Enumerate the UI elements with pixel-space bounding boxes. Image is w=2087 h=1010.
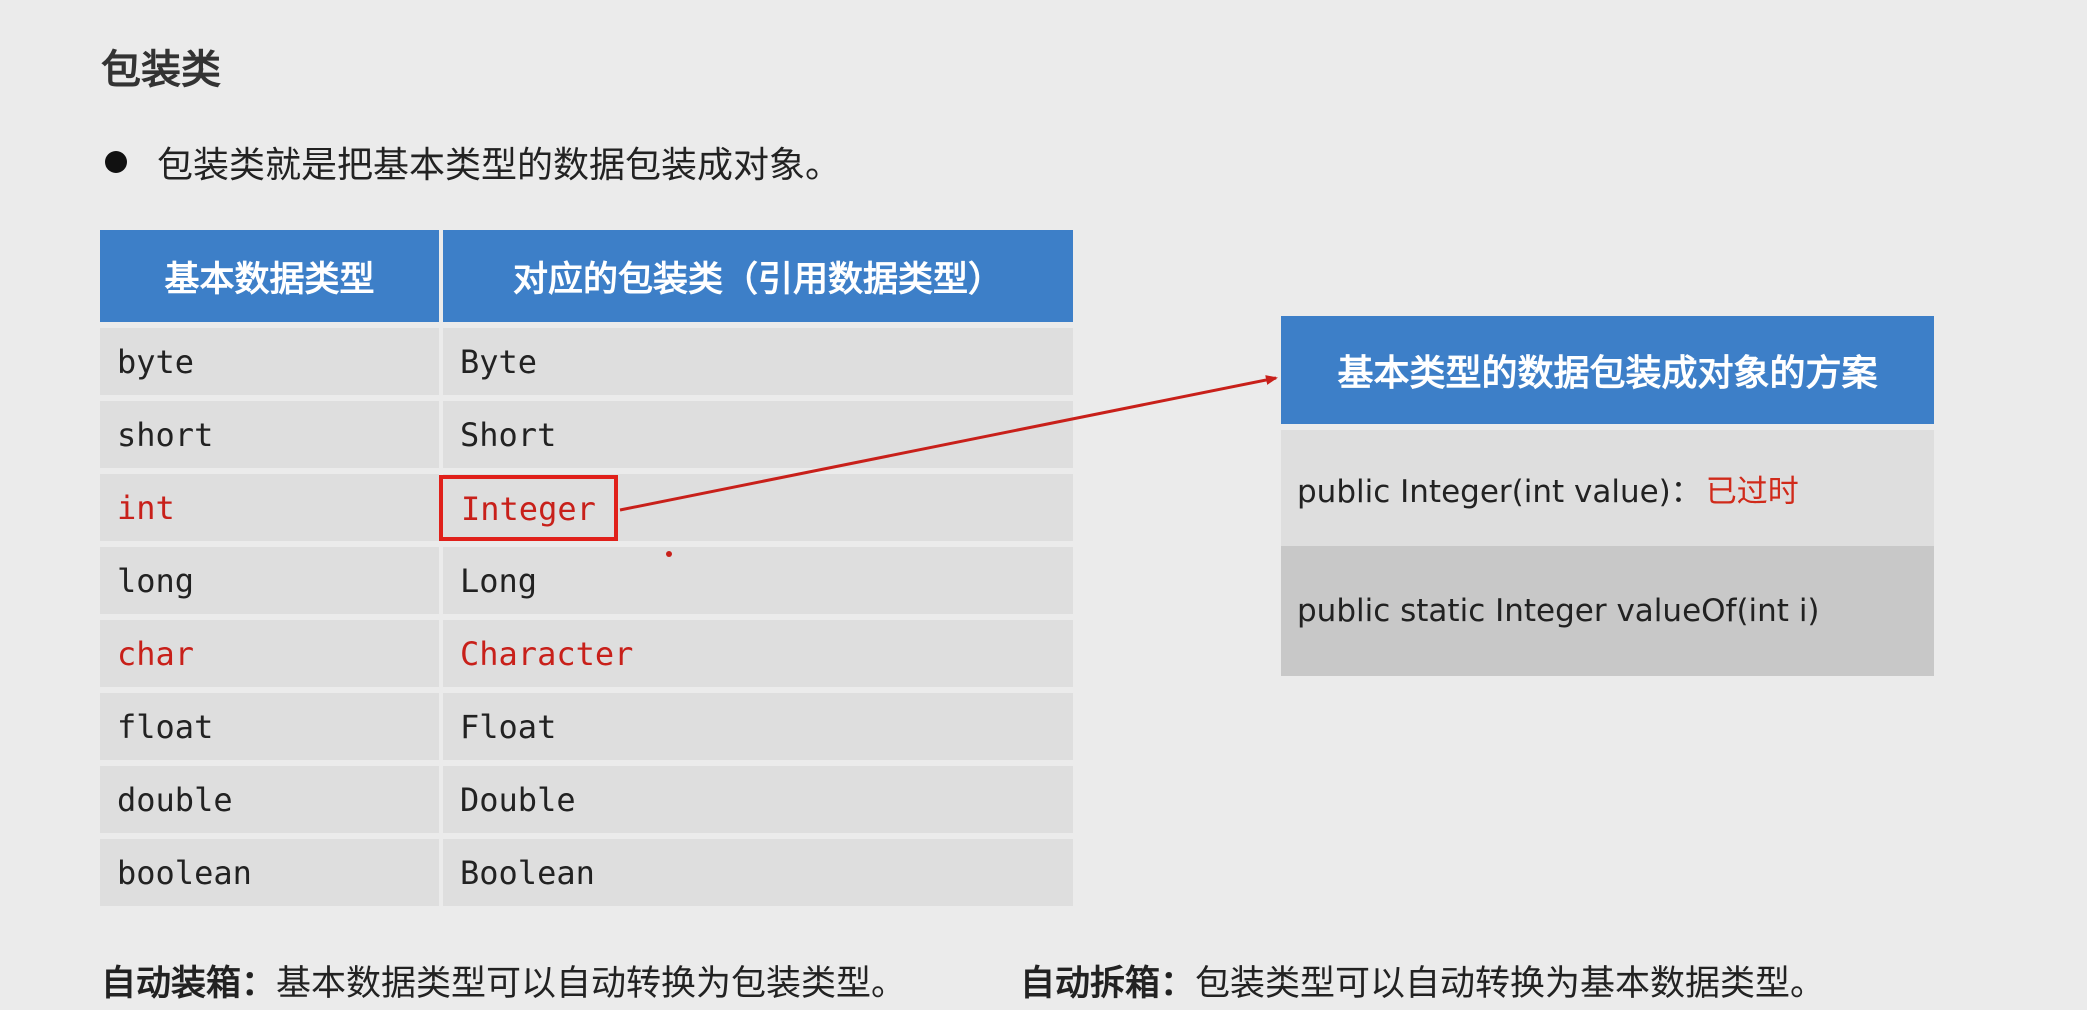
header-primitive-type: 基本数据类型 [100,230,439,322]
primitive-cell: short [100,401,439,468]
bullet-line: 包装类就是把基本类型的数据包装成对象。 [101,134,841,190]
table-header-row: 基本数据类型 对应的包装类（引用数据类型） [100,230,1073,322]
table-row: char Character [100,620,1073,687]
wrapper-cell: Float [443,693,1073,760]
scheme-row-constructor: public Integer(int value)： 已过时 [1281,430,1934,546]
deprecated-note: 已过时 [1705,473,1799,510]
table-row: long Long [100,547,1073,614]
wrapper-cell: Byte [443,328,1073,395]
primitive-cell: long [100,547,439,614]
unbox-text: 包装类型可以自动转换为基本数据类型。 [1195,963,1826,1004]
wrapper-cell-highlighted: Character [443,620,1073,687]
primitive-cell: double [100,766,439,833]
boxing-scheme-table: 基本类型的数据包装成对象的方案 public Integer(int value… [1281,316,1934,676]
wrapper-cell-highlighted: Integer [439,474,1073,541]
primitive-cell: float [100,693,439,760]
unbox-note: 自动拆箱： 包装类型可以自动转换为基本数据类型。 [1020,950,1825,1010]
table-row: float Float [100,693,1073,760]
primitive-cell-highlighted: char [100,620,439,687]
primitive-cell: boolean [100,839,439,906]
bullet-icon [105,151,127,173]
header-wrapper-class: 对应的包装类（引用数据类型） [443,230,1073,322]
table-row: int Integer [100,474,1073,541]
table-row: boolean Boolean [100,839,1073,906]
integer-highlight-box: Integer [439,474,618,541]
valueof-signature: public static Integer valueOf(int i) [1297,593,1820,629]
scheme-row-valueof: public static Integer valueOf(int i) [1281,546,1934,676]
wrapper-cell: Boolean [443,839,1073,906]
table-row: double Double [100,766,1073,833]
constructor-signature: public Integer(int value)： [1297,473,1702,510]
wrapper-cell: Short [443,401,1073,468]
autobox-text: 基本数据类型可以自动转换为包装类型。 [276,963,907,1004]
wrapper-class-table: 基本数据类型 对应的包装类（引用数据类型） byte Byte short Sh… [100,230,1073,906]
autobox-label: 自动装箱： [101,963,277,1004]
table-row: short Short [100,401,1073,468]
unbox-label: 自动拆箱： [1020,963,1196,1004]
table-row: byte Byte [100,328,1073,395]
primitive-cell-highlighted: int [100,474,439,541]
wrapper-cell: Double [443,766,1073,833]
primitive-cell: byte [100,328,439,395]
scheme-title: 基本类型的数据包装成对象的方案 [1281,316,1934,424]
autobox-note: 自动装箱： 基本数据类型可以自动转换为包装类型。 [101,950,906,1010]
bullet-text: 包装类就是把基本类型的数据包装成对象。 [157,145,842,186]
wrapper-cell: Long [443,547,1073,614]
page-title: 包装类 [101,47,221,93]
